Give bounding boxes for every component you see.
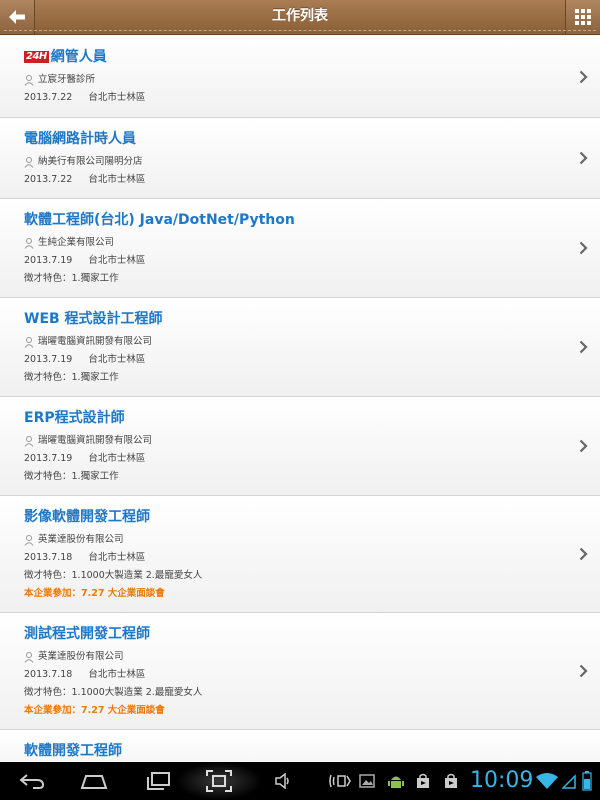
job-feature: 徵才特色：1.1000大製造業 2.最寵愛女人 [24, 570, 203, 581]
chevron-right-icon [579, 241, 588, 255]
date-location: 2013.7.19 台北市士林區 [24, 450, 550, 468]
back-button[interactable] [0, 0, 35, 34]
job-list-item[interactable]: 影像軟體開發工程師 英業達股份有限公司 2013.7.18 台北市士林區 徵才特色… [0, 496, 600, 613]
menu-button[interactable] [565, 0, 600, 34]
job-title[interactable]: 軟體開發工程師 [24, 742, 550, 760]
chevron-right-icon [579, 340, 588, 354]
post-date: 2013.7.18 [24, 669, 73, 680]
24h-badge: 24H [24, 51, 49, 63]
job-fair-notice: 本企業參加：7.27 大企業面談會 [24, 588, 165, 599]
post-date: 2013.7.19 [24, 453, 73, 464]
chevron-right-icon [579, 70, 588, 83]
location: 台北市士林區 [88, 354, 146, 365]
chevron-right-icon [579, 151, 588, 165]
job-list-item[interactable]: 軟體工程師(台北) Java/DotNet/Python 生純企業有限公司 20… [0, 199, 600, 298]
back-nav-icon[interactable] [14, 762, 50, 800]
chevron-right-icon [579, 547, 588, 561]
job-title[interactable]: 軟體工程師(台北) Java/DotNet/Python [24, 211, 550, 229]
job-list: 24H 網管人員 立宸牙醫診所 2013.7.22 台北市士林區 電腦網路計時人員 … [0, 36, 600, 762]
chevron-right-icon [579, 439, 588, 453]
grid-menu-icon [575, 9, 591, 25]
post-date: 2013.7.18 [24, 552, 73, 563]
system-bar: 10:09 [0, 762, 600, 800]
job-list-item[interactable]: ERP程式設計師 瑞曜電腦資訊開發有限公司 2013.7.19 台北市士林區 徵才… [0, 397, 600, 496]
location: 台北市士林區 [88, 453, 146, 464]
back-arrow-icon [9, 10, 25, 24]
job-list-item[interactable]: 軟體開發工程師 [0, 730, 600, 762]
post-date: 2013.7.22 [24, 174, 73, 185]
job-feature: 徵才特色：1.1000大製造業 2.最寵愛女人 [24, 687, 203, 698]
volume-icon[interactable] [270, 762, 296, 800]
wifi-icon [534, 762, 560, 800]
job-title[interactable]: 測試程式開發工程師 [24, 625, 550, 643]
job-list-item[interactable]: 測試程式開發工程師 英業達股份有限公司 2013.7.18 台北市士林區 徵才特色… [0, 613, 600, 730]
job-feature: 徵才特色：1.獨家工作 [24, 471, 119, 482]
person-icon [24, 435, 34, 447]
date-location: 2013.7.19 台北市士林區 [24, 351, 550, 369]
person-icon [24, 534, 34, 546]
android-debug-icon [384, 762, 408, 800]
status-clock: 10:09 [470, 768, 534, 793]
job-list-item[interactable]: 24H 網管人員 立宸牙醫診所 2013.7.22 台北市士林區 [0, 36, 600, 118]
job-title[interactable]: ERP程式設計師 [24, 409, 550, 427]
location: 台北市士林區 [88, 669, 146, 680]
company-name: 立宸牙醫診所 [24, 71, 550, 89]
job-list-item[interactable]: WEB 程式設計工程師 瑞曜電腦資訊開發有限公司 2013.7.19 台北市士林區… [0, 298, 600, 397]
company-name: 瑞曜電腦資訊開發有限公司 [24, 432, 550, 450]
gallery-icon [356, 762, 378, 800]
screen-mirror-icon [326, 762, 354, 800]
action-bar: 工作列表 [0, 0, 600, 35]
person-icon [24, 651, 34, 663]
location: 台北市士林區 [88, 174, 146, 185]
signal-icon [560, 762, 578, 800]
location: 台北市士林區 [88, 255, 146, 266]
shop-icon [440, 762, 462, 800]
job-title[interactable]: 影像軟體開發工程師 [24, 508, 550, 526]
date-location: 2013.7.22 台北市士林區 [24, 89, 550, 107]
page-title: 工作列表 [272, 8, 328, 24]
person-icon [24, 74, 34, 86]
company-name: 納美行有限公司陽明分店 [24, 153, 550, 171]
company-name: 生純企業有限公司 [24, 234, 550, 252]
company-name: 英業達股份有限公司 [24, 531, 550, 549]
job-feature: 徵才特色：1.獨家工作 [24, 273, 119, 284]
battery-icon [578, 762, 596, 800]
date-location: 2013.7.19 台北市士林區 [24, 252, 550, 270]
company-name: 瑞曜電腦資訊開發有限公司 [24, 333, 550, 351]
job-feature: 徵才特色：1.獨家工作 [24, 372, 119, 383]
shop-icon [412, 762, 434, 800]
person-icon [24, 237, 34, 249]
home-nav-icon[interactable] [76, 762, 112, 800]
person-icon [24, 336, 34, 348]
job-list-item[interactable]: 電腦網路計時人員 納美行有限公司陽明分店 2013.7.22 台北市士林區 [0, 118, 600, 199]
job-title[interactable]: WEB 程式設計工程師 [24, 310, 550, 328]
date-location: 2013.7.18 台北市士林區 [24, 549, 550, 567]
date-location: 2013.7.22 台北市士林區 [24, 171, 550, 189]
location: 台北市士林區 [88, 92, 146, 103]
date-location: 2013.7.18 台北市士林區 [24, 666, 550, 684]
job-title[interactable]: 24H 網管人員 [24, 48, 550, 66]
company-name: 英業達股份有限公司 [24, 648, 550, 666]
screenshot-icon[interactable] [176, 762, 262, 800]
location: 台北市士林區 [88, 552, 146, 563]
job-title[interactable]: 電腦網路計時人員 [24, 130, 550, 148]
job-fair-notice: 本企業參加：7.27 大企業面談會 [24, 705, 165, 716]
chevron-right-icon [579, 664, 588, 678]
post-date: 2013.7.19 [24, 354, 73, 365]
person-icon [24, 156, 34, 168]
recent-apps-icon[interactable] [140, 762, 176, 800]
post-date: 2013.7.22 [24, 92, 73, 103]
post-date: 2013.7.19 [24, 255, 73, 266]
